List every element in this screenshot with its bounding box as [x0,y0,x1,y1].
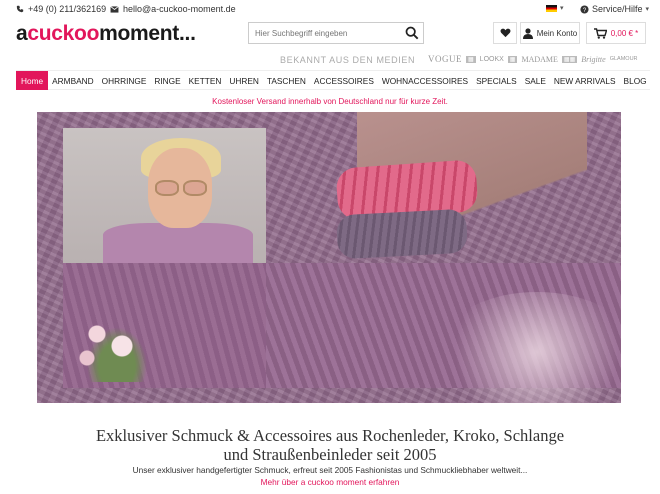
press-logos: VOGUE ▦ LOOKX ▦ MADAME ▦▦ Brigitte GLAMO… [428,54,638,64]
help-icon: ? [580,4,589,13]
hero-bangle-grey [335,208,469,260]
hero-subline: Unser exklusiver handgefertigter Schmuck… [132,465,528,475]
nav-item-home[interactable]: Home [16,71,49,90]
nav-item-specials[interactable]: SPECIALS [472,71,521,90]
logo-text-a: a [16,22,28,45]
site-logo[interactable]: acuckoomoment... [16,22,196,46]
search-icon[interactable] [405,26,419,40]
nav-item-ketten[interactable]: KETTEN [185,71,226,90]
nav-item-blog[interactable]: BLOG [620,71,651,90]
hero-banner[interactable] [37,112,621,403]
press-logo-glamour: GLAMOUR [609,56,638,62]
hero-portrait-image [63,128,266,263]
nav-item-sale[interactable]: SALE [521,71,550,90]
mail-icon [110,5,119,13]
nav-item-ohrringe[interactable]: OHRRINGE [98,71,151,90]
press-logo-lookx: LOOKX [479,55,504,63]
main-navigation: Home ARMBAND OHRRINGE RINGE KETTEN UHREN… [16,70,650,90]
press-logo-box: ▦ [507,55,518,63]
press-heading: BEKANNT AUS DEN MEDIEN [280,55,416,65]
heart-icon [500,28,510,38]
cart-button[interactable]: 0,00 € * [586,22,646,44]
cart-icon [593,27,607,39]
hero-headline: Exklusiver Schmuck & Accessoires aus Roc… [0,426,660,464]
press-logo-madame: MADAME [521,54,558,64]
logo-text-moment: moment... [99,22,196,45]
search-input[interactable] [249,23,399,44]
nav-item-wohnaccessoires[interactable]: WOHNACCESSOIRES [378,71,472,90]
press-logo-box: ▦▦ [561,55,578,63]
nav-item-ringe[interactable]: RINGE [150,71,184,90]
account-button[interactable]: Mein Konto [520,22,580,44]
nav-item-accessoires[interactable]: ACCESSOIRES [310,71,378,90]
phone-contact[interactable]: +49 (0) 211/362169 [16,4,106,14]
headline-line-2: und Straußenbeinleder seit 2005 [223,445,437,464]
account-label: Mein Konto [536,28,578,38]
hero-flowers [67,302,167,382]
phone-number[interactable]: +49 (0) 211/362169 [28,4,106,14]
logo-text-cuckoo: cuckoo [27,22,100,45]
user-icon [522,27,533,39]
press-logo-box: ▦ [466,55,476,63]
nav-item-taschen[interactable]: TASCHEN [263,71,310,90]
portrait-sweater [103,223,253,263]
svg-text:?: ? [583,6,587,13]
email-address[interactable]: hello@a-cuckoo-moment.de [123,4,236,14]
cart-total: 0,00 € * [610,28,639,38]
email-contact[interactable]: hello@a-cuckoo-moment.de [110,4,236,14]
flag-de-icon [546,4,557,12]
shipping-notice: Kostenloser Versand innerhalb von Deutsc… [212,97,448,106]
chevron-down-icon: ▾ [560,5,564,12]
top-bar: +49 (0) 211/362169 hello@a-cuckoo-moment… [0,0,660,18]
wishlist-button[interactable] [493,22,517,44]
nav-item-new-arrivals[interactable]: NEW ARRIVALS [550,71,620,90]
search-box [248,22,424,44]
service-menu[interactable]: ? Service/Hilfe ▾ [580,4,649,14]
portrait-glasses [155,180,209,196]
service-label[interactable]: Service/Hilfe [592,4,643,14]
chevron-down-icon: ▾ [645,6,650,13]
press-logo-vogue: VOGUE [428,54,462,64]
about-link[interactable]: Mehr über a cuckoo moment erfahren [0,477,660,487]
press-logo-brigitte: Brigitte [581,54,606,64]
nav-item-uhren[interactable]: UHREN [225,71,263,90]
phone-icon [16,5,24,13]
headline-line-1: Exklusiver Schmuck & Accessoires aus Roc… [95,426,565,445]
nav-item-armband[interactable]: ARMBAND [48,71,98,90]
language-selector[interactable]: ▾ [546,4,564,12]
